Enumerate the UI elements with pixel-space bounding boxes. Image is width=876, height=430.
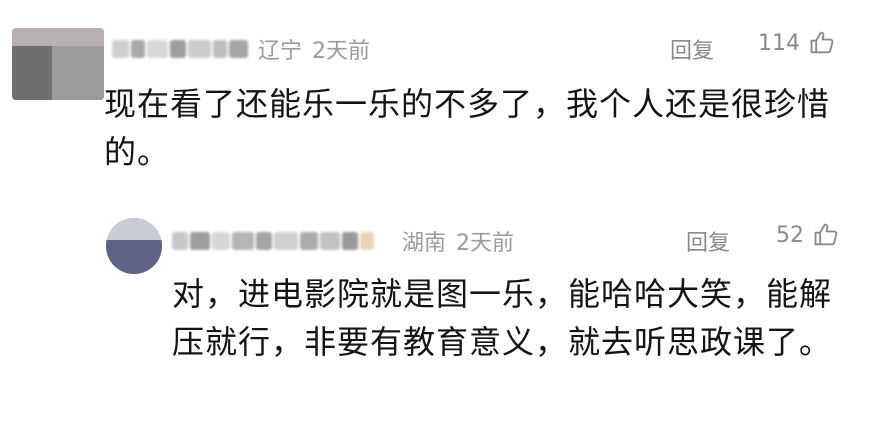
- timestamp: 2天前: [312, 39, 371, 64]
- comment-text: 对，进电影院就是图一乐，能哈哈大笑，能解压就行，非要有教育意义，就去听思政课了。: [172, 275, 833, 361]
- avatar[interactable]: [106, 218, 162, 274]
- reply-button[interactable]: 回复: [670, 33, 714, 65]
- comment-meta: 辽宁 2天前: [258, 33, 370, 65]
- location: 湖南: [402, 231, 447, 256]
- like-button[interactable]: 114: [758, 29, 836, 57]
- timestamp: 2天前: [456, 231, 515, 256]
- thumbs-up-icon: [814, 223, 838, 246]
- thumbs-up-icon: [810, 31, 834, 54]
- like-count: 52: [776, 222, 804, 248]
- avatar[interactable]: [12, 28, 104, 100]
- location: 辽宁: [258, 39, 303, 64]
- comment-text: 现在看了还能乐一乐的不多了，我个人还是很珍惜的。: [104, 85, 831, 171]
- like-button[interactable]: 52: [776, 221, 840, 249]
- reply-comment-item: 湖南 2天前 回复 52 对，进电影院就是图一乐，能哈哈大笑，能解压就行，非要有…: [0, 200, 876, 430]
- username[interactable]: [172, 227, 390, 255]
- comment-meta: 湖南 2天前: [402, 225, 514, 257]
- reply-button[interactable]: 回复: [686, 225, 730, 257]
- comment-item: 辽宁 2天前 回复 114 现在看了还能乐一乐的不多了，我个人还是很珍惜的。: [0, 0, 876, 200]
- username[interactable]: [112, 36, 248, 62]
- like-count: 114: [758, 30, 800, 56]
